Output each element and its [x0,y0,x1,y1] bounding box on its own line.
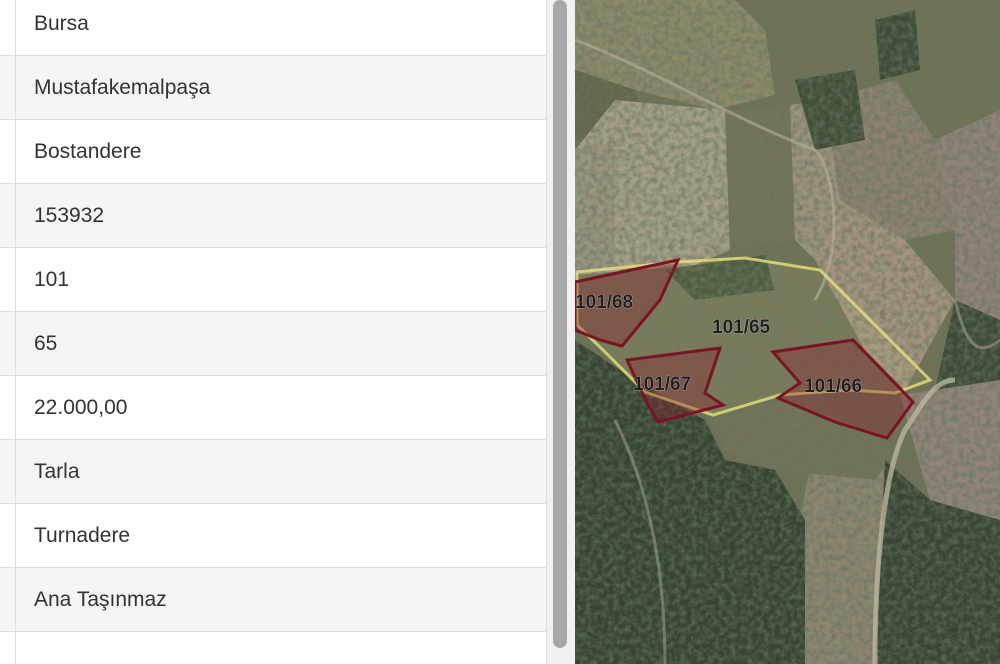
table-row-empty [0,631,546,664]
table-row-province: Bursa [0,0,546,56]
table-row-location: Turnadere [0,503,546,568]
neighborhood-value: Bostandere [15,119,546,184]
parcel-label-101-66: 101/66 [804,376,862,397]
row-label-cell [0,311,16,376]
row-label-cell [0,631,16,664]
table-row-status: Ana Taşınmaz [0,567,546,632]
row-label-cell [0,247,16,312]
table-row-id: 153932 [0,183,546,248]
row-label-cell [0,375,16,440]
property-status-value: Ana Taşınmaz [15,567,546,632]
property-info-panel[interactable]: Bursa Mustafakemalpaşa Bostandere 153932… [0,0,547,664]
province-value: Bursa [15,0,546,56]
table-row-area: 22.000,00 [0,375,546,440]
row-label-cell [0,55,16,120]
parcel-label-101-65: 101/65 [712,317,771,338]
table-row-block: 101 [0,247,546,312]
parcel-map[interactable]: 101/68 101/65 101/67 101/66 [575,0,1000,664]
district-value: Mustafakemalpaşa [15,55,546,120]
row-label-cell [0,439,16,504]
row-label-cell [0,183,16,248]
scrollbar[interactable] [547,0,575,664]
row-label-cell [0,567,16,632]
property-info-table: Bursa Mustafakemalpaşa Bostandere 153932… [0,0,546,664]
parcel-label-101-67: 101/67 [633,374,691,395]
table-row-type: Tarla [0,439,546,504]
block-number-value: 101 [15,247,546,312]
table-row-neighborhood: Bostandere [0,119,546,184]
empty-value [15,631,546,664]
table-row-district: Mustafakemalpaşa [0,55,546,120]
table-row-parcel: 65 [0,311,546,376]
property-detail-view: Bursa Mustafakemalpaşa Bostandere 153932… [0,0,1000,664]
satellite-map-image: 101/68 101/65 101/67 101/66 [575,0,1000,664]
area-value: 22.000,00 [15,375,546,440]
scrollbar-thumb[interactable] [553,0,567,648]
property-type-value: Tarla [15,439,546,504]
parcel-number-value: 65 [15,311,546,376]
parcel-label-101-68: 101/68 [575,292,633,313]
row-label-cell [0,119,16,184]
property-id-value: 153932 [15,183,546,248]
location-name-value: Turnadere [15,503,546,568]
row-label-cell [0,503,16,568]
row-label-cell [0,0,16,56]
